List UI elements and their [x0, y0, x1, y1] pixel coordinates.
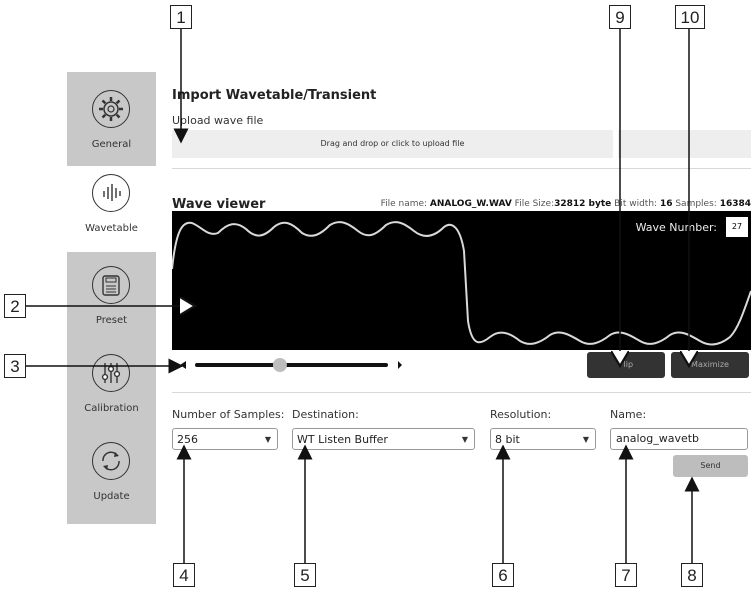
callout-leaders: [26, 29, 700, 565]
callout-4: 4: [173, 563, 195, 587]
callout-9: 9: [609, 5, 631, 29]
callout-6: 6: [492, 563, 514, 587]
callout-2: 2: [4, 294, 26, 318]
callout-1: 1: [170, 5, 192, 29]
callout-8: 8: [681, 563, 703, 587]
callout-3: 3: [4, 354, 26, 378]
callout-7: 7: [615, 563, 637, 587]
callout-10: 10: [675, 5, 705, 29]
callout-5: 5: [294, 563, 316, 587]
